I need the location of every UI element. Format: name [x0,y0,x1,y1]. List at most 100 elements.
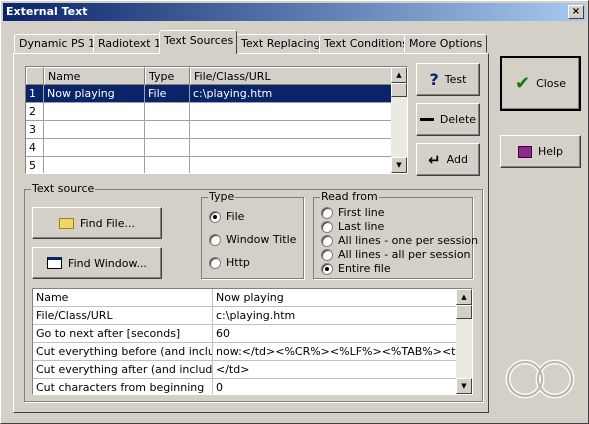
cell-name[interactable] [44,121,145,139]
tab-label: More Options [409,37,483,50]
property-row[interactable]: Cut characters from beginning 0 [33,379,456,394]
sources-table[interactable]: Name Type File/Class/URL 1 Now playing F… [25,66,408,174]
radio-label: All lines - all per session [338,248,471,261]
text-source-label: Text source [31,182,96,195]
test-button[interactable]: ? Test [416,63,480,96]
tab-text-sources[interactable]: Text Sources [159,30,237,54]
add-button[interactable]: ↵ Add [416,143,480,176]
radio-icon[interactable] [321,248,333,261]
scroll-up-icon[interactable]: ▲ [391,67,407,83]
title-bar[interactable]: External Text × [3,3,586,21]
close-label: Close [536,77,567,90]
cell-url[interactable] [190,103,393,121]
row-header-corner [26,67,44,85]
cell-url[interactable]: c:\playing.htm [190,85,393,103]
radio-label: Http [226,256,250,269]
read-from-all-all-per-session[interactable]: All lines - all per session [321,248,471,261]
tab-text-conditions[interactable]: Text Conditions [319,34,413,53]
type-radio-window-title[interactable]: Window Title [209,233,296,246]
tab-text-replacing[interactable]: Text Replacing [236,34,326,53]
help-button[interactable]: Help [500,135,581,168]
property-value[interactable]: 0 [213,379,456,394]
find-file-button[interactable]: Find File... [32,207,162,239]
cell-name[interactable] [44,139,145,157]
scroll-thumb[interactable] [456,305,472,319]
book-icon [517,145,532,158]
scroll-thumb[interactable] [391,83,407,97]
radio-selected-icon[interactable] [209,210,221,223]
property-value[interactable]: 60 [213,325,456,342]
row-number: 4 [26,139,44,157]
delete-button[interactable]: Delete [416,103,480,136]
properties-scrollbar[interactable]: ▲ ▼ [456,289,472,394]
row-number: 3 [26,121,44,139]
table-scrollbar[interactable]: ▲ ▼ [391,67,407,173]
minus-icon [419,118,434,121]
radio-icon[interactable] [209,256,221,269]
row-number: 1 [26,85,44,103]
cell-type[interactable]: File [145,85,190,103]
radio-selected-icon[interactable] [321,262,333,275]
cell-type[interactable] [145,139,190,157]
column-header-type[interactable]: Type [145,67,190,85]
read-from-entire-file[interactable]: Entire file [321,262,391,275]
radio-icon[interactable] [209,233,221,246]
read-from-first-line[interactable]: First line [321,206,385,219]
cell-name[interactable] [44,157,145,173]
window-title: External Text [6,5,88,18]
close-button[interactable]: ✔ Close [500,56,581,111]
find-window-button[interactable]: Find Window... [32,247,162,279]
tab-more-options[interactable]: More Options [404,34,488,53]
tab-label: Text Sources [164,34,234,47]
column-header-url[interactable]: File/Class/URL [190,67,393,85]
cell-name[interactable] [44,103,145,121]
read-from-last-line[interactable]: Last line [321,220,384,233]
radio-icon[interactable] [321,206,333,219]
tab-label: Radiotext 1 [98,37,162,50]
cell-type[interactable] [145,157,190,173]
radio-icon[interactable] [321,234,333,247]
cell-url[interactable] [190,121,393,139]
tab-label: Text Conditions [324,37,408,50]
cell-type[interactable] [145,121,190,139]
cell-url[interactable] [190,139,393,157]
property-row[interactable]: Name Now playing [33,289,456,307]
tab-radiotext-1[interactable]: Radiotext 1 [93,34,167,53]
property-row[interactable]: Cut everything after (and including)</td… [33,361,456,379]
type-radio-http[interactable]: Http [209,256,250,269]
external-text-window: External Text × Dynamic PS 1 Radiotext 1… [0,0,589,424]
window-icon [47,257,63,269]
cell-name[interactable]: Now playing [44,85,145,103]
property-key: File/Class/URL [33,307,213,324]
radio-label: Last line [338,220,385,233]
add-label: Add [446,153,468,166]
cell-url[interactable] [190,157,393,173]
type-group-label: Type [208,190,236,203]
folder-icon [59,217,75,229]
radio-icon[interactable] [321,220,333,233]
radio-label: File [226,210,245,223]
property-row[interactable]: Cut everything before (and including)now… [33,343,456,361]
scroll-up-icon[interactable]: ▲ [456,289,472,305]
question-icon: ? [429,70,439,89]
read-from-all-one-per-session[interactable]: All lines - one per session [321,234,478,247]
close-icon[interactable]: × [568,5,584,19]
property-value[interactable]: Now playing [213,289,456,306]
scroll-down-icon[interactable]: ▼ [391,157,407,173]
property-row[interactable]: Go to next after [seconds] 60 [33,325,456,343]
property-value[interactable]: now:</td><%CR%><%LF%><%TAB%><td> [213,343,456,360]
scroll-down-icon[interactable]: ▼ [456,378,472,394]
app-logo-icon [505,359,575,399]
cell-type[interactable] [145,103,190,121]
properties-grid[interactable]: Name Now playing File/Class/URL c:\playing… [32,288,473,395]
tab-dynamic-ps-1[interactable]: Dynamic PS 1 [14,34,101,53]
property-value[interactable]: </td> [213,361,456,378]
type-radio-file[interactable]: File [209,210,244,223]
column-header-name[interactable]: Name [44,67,145,85]
property-row[interactable]: File/Class/URL c:\playing.htm [33,307,456,325]
property-value[interactable]: c:\playing.htm [213,307,456,324]
property-key: Cut everything before (and including) [33,343,213,360]
find-window-label: Find Window... [68,256,147,270]
read-from-label: Read from [320,190,379,203]
radio-label: All lines - one per session [338,234,479,247]
